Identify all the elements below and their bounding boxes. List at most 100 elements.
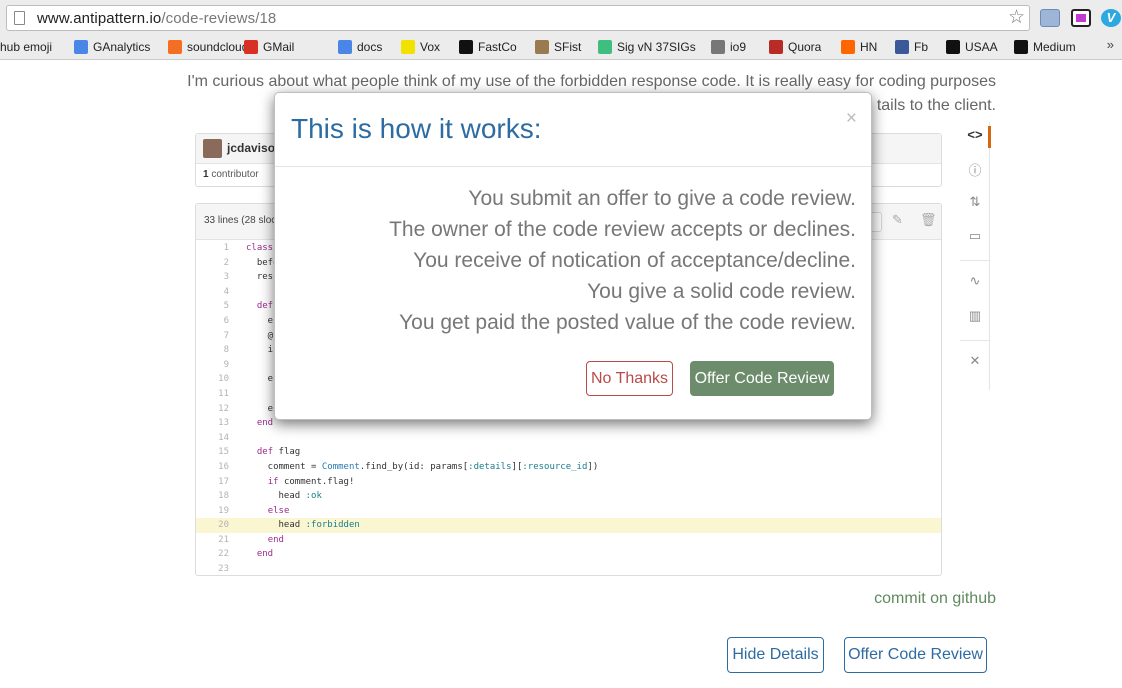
bookmark-item[interactable]: HN [841,38,877,56]
how-it-works-modal: This is how it works: × You submit an of… [274,92,872,420]
line-number[interactable]: 14 [196,431,229,446]
line-number[interactable]: 15 [196,445,229,460]
facebook-icon [895,40,909,54]
line-number[interactable]: 19 [196,504,229,519]
line-number[interactable]: 4 [196,285,229,300]
settings-tools-icon[interactable]: ✕ [960,353,990,369]
bookmark-label: HN [860,40,878,54]
pull-request-icon[interactable]: ⇅ [960,194,990,210]
code-text: def flag [256,447,301,458]
bookmark-item[interactable]: hub emoji [0,38,52,56]
bookmark-item[interactable]: soundcloud [168,38,248,56]
bookmark-item[interactable]: Medium [1014,38,1076,56]
bookmark-label: GMail [263,40,295,54]
window-extension-icon[interactable] [1040,9,1060,27]
code-line: 23 [196,562,941,575]
line-number[interactable]: 5 [196,299,229,314]
line-number[interactable]: 7 [196,329,229,344]
color-picker-extension-icon[interactable] [1071,9,1091,27]
bookmark-label: Medium [1033,40,1076,54]
bookmark-item[interactable]: Quora [769,38,821,56]
offer-code-review-button[interactable]: Offer Code Review [690,361,834,396]
line-number[interactable]: 9 [196,358,229,373]
url-text[interactable]: www.antipattern.io/code-reviews/18 [37,10,276,27]
code-line: 22 end [196,547,941,562]
nav-divider [960,340,990,341]
hide-details-button[interactable]: Hide Details [727,637,824,673]
commit-on-github-link[interactable]: commit on github [874,590,996,608]
pencil-icon[interactable]: ✎ [892,212,903,228]
bookmarks-bar: hub emoji GAnalytics soundcloud GMail docs Vo… [0,36,1122,58]
bookmarks-overflow-icon[interactable]: » [1107,37,1114,52]
line-number[interactable]: 13 [196,416,229,431]
issues-icon[interactable]: ⓘ [960,160,990,179]
line-number[interactable]: 22 [196,547,229,562]
browser-chrome: www.antipattern.io/code-reviews/18 ☆ V h… [0,0,1122,60]
code-line: 17 if comment.flag! [196,475,941,490]
bookmark-label: io9 [730,40,747,54]
line-number[interactable]: 23 [196,562,229,575]
code-line: 14 [196,431,941,446]
quora-icon [769,40,783,54]
line-number[interactable]: 10 [196,372,229,387]
line-number[interactable]: 1 [196,241,229,256]
cloud-icon [598,40,612,54]
bookmark-item[interactable]: io9 [711,38,746,56]
modal-title: This is how it works: [291,113,542,144]
fastco-icon [459,40,473,54]
code-text: end [267,534,284,545]
line-number[interactable]: 8 [196,343,229,358]
line-number[interactable]: 16 [196,460,229,475]
code-text: @ [246,330,274,341]
line-number[interactable]: 21 [196,533,229,548]
no-thanks-button[interactable]: No Thanks [586,361,673,396]
bookmark-item[interactable]: GMail [244,38,294,56]
wiki-icon[interactable]: ▭ [960,228,990,244]
close-icon[interactable]: × [846,109,857,128]
bookmark-label: GAnalytics [93,40,151,54]
line-number[interactable]: 11 [196,387,229,402]
line-number[interactable]: 20 [196,518,229,533]
code-text: i [246,345,274,356]
modal-body: You submit an offer to give a code revie… [296,183,856,338]
step-text: The owner of the code review accepts or … [389,218,856,241]
pulse-icon[interactable]: ∿ [960,273,990,289]
vimeo-extension-icon[interactable]: V [1101,9,1121,27]
code-text: class [246,243,274,253]
code-text: else [267,505,290,516]
gmail-icon [244,40,258,54]
code-line: 21 end [196,533,941,548]
address-bar[interactable]: www.antipattern.io/code-reviews/18 ☆ [6,5,1030,31]
code-text: e [246,403,274,414]
avatar[interactable] [203,139,222,158]
code-line: 19 else [196,504,941,519]
line-number[interactable]: 3 [196,270,229,285]
nav-divider [960,260,990,261]
bookmark-label: Quora [788,40,822,54]
bookmark-star-icon[interactable]: ☆ [1008,7,1025,29]
bookmark-item[interactable]: GAnalytics [74,38,150,56]
page-icon [14,11,25,25]
review-description-line-1: I'm curious about what people think of m… [187,73,996,90]
line-number[interactable]: 6 [196,314,229,329]
google-icon [74,40,88,54]
line-number[interactable]: 17 [196,475,229,490]
bookmark-item[interactable]: USAA [946,38,998,56]
code-line: 20 head :forbidden [196,518,941,533]
line-number[interactable]: 12 [196,402,229,417]
bookmark-item[interactable]: Fb [895,38,928,56]
line-number[interactable]: 18 [196,489,229,504]
bookmark-item[interactable]: docs [338,38,382,56]
code-text: head :ok [246,491,322,502]
line-number[interactable]: 2 [196,256,229,271]
graphs-icon[interactable]: ▥ [960,308,990,324]
offer-code-review-page-button[interactable]: Offer Code Review [844,637,987,673]
step-text: You receive of notication of acceptance/… [413,249,856,272]
bookmark-item[interactable]: SFist [535,38,581,56]
bookmark-item[interactable]: Sig vN 37SIGs [598,38,696,56]
bookmark-item[interactable]: FastCo [459,38,517,56]
trash-icon[interactable]: 🗑 [920,212,937,228]
code-icon[interactable]: <> [960,127,990,142]
bookmark-item[interactable]: Vox [401,38,440,56]
step-text: You give a solid code review. [587,280,856,303]
